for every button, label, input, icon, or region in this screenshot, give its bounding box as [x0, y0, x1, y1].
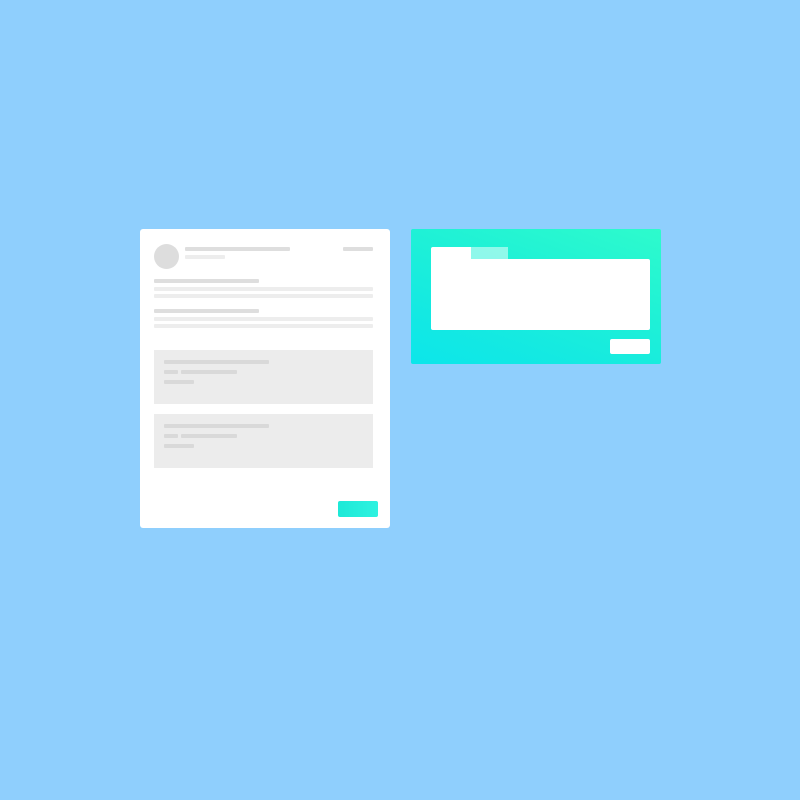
section-heading-placeholder: [154, 309, 259, 313]
attachment-size-placeholder: [164, 380, 194, 384]
body-line-placeholder: [154, 294, 373, 298]
composer-card: [411, 229, 661, 364]
attachment-title-placeholder: [164, 360, 269, 364]
attachment-title-placeholder: [164, 424, 269, 428]
attachment-tag-placeholder: [164, 370, 178, 374]
timestamp-placeholder: [343, 247, 373, 251]
attachment-detail-placeholder: [181, 434, 237, 438]
avatar[interactable]: [154, 244, 179, 269]
accent-action-button[interactable]: [338, 501, 378, 517]
attachment-detail-placeholder: [181, 370, 237, 374]
attachment-card[interactable]: [154, 350, 373, 404]
sender-meta-placeholder: [185, 255, 225, 259]
body-line-placeholder: [154, 287, 373, 291]
attachment-tag-placeholder: [164, 434, 178, 438]
attachment-card[interactable]: [154, 414, 373, 468]
body-line-placeholder: [154, 317, 373, 321]
section-heading-placeholder: [154, 279, 259, 283]
composer-submit-button[interactable]: [610, 339, 650, 354]
body-line-placeholder: [154, 324, 373, 328]
attachment-size-placeholder: [164, 444, 194, 448]
sender-name-placeholder: [185, 247, 290, 251]
composer-textarea[interactable]: [431, 259, 650, 330]
message-card: [140, 229, 390, 528]
